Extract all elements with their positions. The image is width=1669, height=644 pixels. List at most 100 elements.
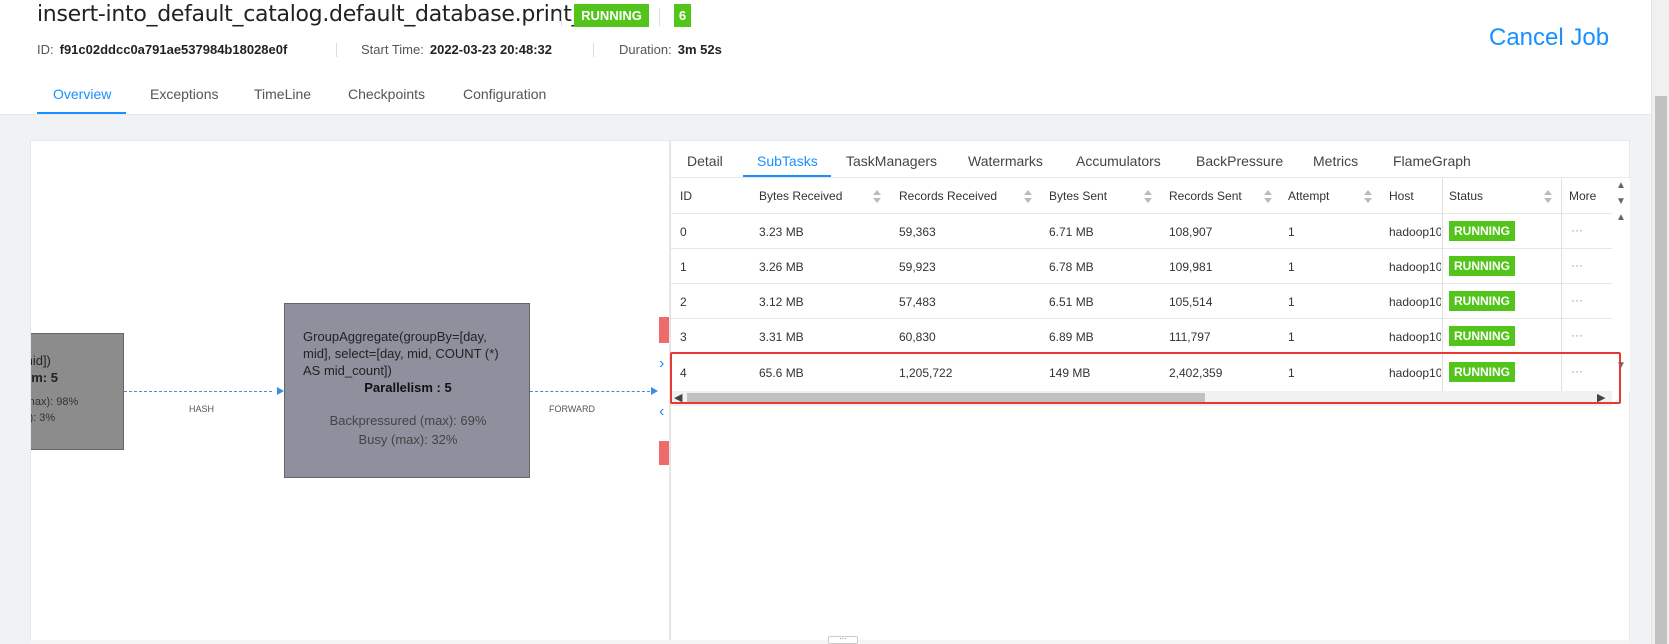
cell-host: hadoop10 xyxy=(1389,295,1441,309)
duration-label: Duration: xyxy=(619,42,672,57)
title-separator xyxy=(561,8,562,26)
column-header-status[interactable]: Status xyxy=(1449,189,1483,203)
cell-records-sent: 111,797 xyxy=(1169,330,1211,344)
sort-icon[interactable] xyxy=(873,190,881,204)
column-header-more: More xyxy=(1569,189,1597,203)
node-backpressured: Backpressured (max): 69% xyxy=(329,413,487,428)
cell-attempt: 1 xyxy=(1288,295,1295,309)
cell-bytes-received: 3.26 MB xyxy=(759,260,804,274)
graph-edge-forward xyxy=(530,391,650,392)
column-header-records-received[interactable]: Records Received xyxy=(899,189,997,203)
graph-node-group-aggregate[interactable]: GroupAggregate(groupBy=[day, mid], selec… xyxy=(284,303,530,478)
page-scrollbar-thumb[interactable] xyxy=(1655,96,1667,644)
arrow-right-icon xyxy=(651,387,658,395)
start-time-value: 2022-03-23 20:48:32 xyxy=(429,42,553,57)
expand-panel-icon[interactable]: › xyxy=(659,355,664,373)
cell-attempt: 1 xyxy=(1288,330,1295,344)
page-scrollbar[interactable] xyxy=(1651,0,1669,644)
collapse-panel-icon[interactable]: ‹ xyxy=(659,403,664,421)
job-start-time: Start Time: 2022-03-23 20:48:32 xyxy=(361,42,552,57)
column-header-attempt[interactable]: Attempt xyxy=(1288,189,1329,203)
cell-host: hadoop10 xyxy=(1389,225,1441,239)
more-icon[interactable]: ··· xyxy=(1571,293,1583,307)
sort-icon[interactable] xyxy=(1544,190,1552,204)
node-parallelism: Parallelism : 5 xyxy=(364,380,452,395)
status-badge: RUNNING xyxy=(1449,326,1515,346)
tab-subtasks[interactable]: SubTasks xyxy=(757,153,818,169)
job-id-label: ID: xyxy=(37,42,54,57)
node-operator-tail: mid]) xyxy=(31,353,51,368)
tab-taskmanagers[interactable]: TaskManagers xyxy=(846,153,937,169)
scroll-up-icon[interactable]: ▲ xyxy=(1616,212,1626,223)
cell-records-sent: 109,981 xyxy=(1169,260,1213,274)
tab-timeline[interactable]: TimeLine xyxy=(254,86,311,102)
tab-detail[interactable]: Detail xyxy=(687,153,723,169)
scroll-down-icon[interactable]: ▼ xyxy=(1616,196,1626,207)
column-header-bytes-received[interactable]: Bytes Received xyxy=(759,189,842,203)
table-row[interactable]: 1 3.26 MB 59,923 6.78 MB 109,981 1 hadoo… xyxy=(671,249,1612,284)
arrow-right-icon xyxy=(277,387,284,395)
job-id-value: f91c02ddcc0a791ae537984b18028e0f xyxy=(59,42,288,57)
sort-icon[interactable] xyxy=(1144,190,1152,204)
tab-flamegraph[interactable]: FlameGraph xyxy=(1393,153,1471,169)
job-graph[interactable]: mid]) sm: 5 (max): 98% x): 3% HASH Group… xyxy=(30,140,670,644)
cell-records-sent: 108,907 xyxy=(1169,225,1213,239)
node-backpressured: (max): 98% xyxy=(31,396,79,408)
tab-overview[interactable]: Overview xyxy=(53,86,111,102)
graph-node-source[interactable]: mid]) sm: 5 (max): 98% x): 3% xyxy=(30,333,124,450)
cell-records-received: 60,830 xyxy=(899,330,936,344)
node-operator-name: GroupAggregate(groupBy=[day, mid], selec… xyxy=(303,329,499,378)
status-badge: RUNNING xyxy=(1449,221,1515,241)
cell-bytes-sent: 6.78 MB xyxy=(1049,260,1094,274)
task-count-badge: 6 xyxy=(674,4,691,27)
scroll-up-icon[interactable]: ▲ xyxy=(1616,180,1626,191)
sort-icon[interactable] xyxy=(1024,190,1032,204)
graph-node-sink-partial[interactable] xyxy=(659,317,669,343)
column-header-id[interactable]: ID xyxy=(680,189,692,203)
node-parallelism: sm: 5 xyxy=(31,370,58,385)
cell-id: 2 xyxy=(680,295,687,309)
cell-bytes-sent: 6.71 MB xyxy=(1049,225,1094,239)
tab-backpressure[interactable]: BackPressure xyxy=(1196,153,1283,169)
cell-bytes-sent: 6.89 MB xyxy=(1049,330,1094,344)
cancel-job-button[interactable]: Cancel Job xyxy=(1489,24,1609,52)
more-icon[interactable]: ··· xyxy=(1571,328,1583,342)
cell-host: hadoop10 xyxy=(1389,330,1441,344)
tab-accumulators[interactable]: Accumulators xyxy=(1076,153,1161,169)
node-busy: x): 3% xyxy=(30,412,56,424)
sort-icon[interactable] xyxy=(1264,190,1272,204)
column-header-records-sent[interactable]: Records Sent xyxy=(1169,189,1242,203)
graph-node-sink-partial[interactable] xyxy=(659,441,669,465)
table-row[interactable]: 2 3.12 MB 57,483 6.51 MB 105,514 1 hadoo… xyxy=(671,284,1612,319)
subtasks-table-header: ID Bytes Received Records Received Bytes… xyxy=(671,178,1612,214)
column-header-host[interactable]: Host xyxy=(1389,189,1414,203)
job-status-badge: RUNNING xyxy=(574,4,649,27)
more-icon[interactable]: ··· xyxy=(1571,223,1583,237)
more-icon[interactable]: ··· xyxy=(1571,258,1583,272)
tab-checkpoints[interactable]: Checkpoints xyxy=(348,86,425,102)
edge-label-forward: FORWARD xyxy=(549,404,595,414)
edge-label-hash: HASH xyxy=(189,404,215,414)
cell-bytes-received: 3.23 MB xyxy=(759,225,804,239)
cell-host: hadoop10 xyxy=(1389,260,1441,274)
start-time-label: Start Time: xyxy=(361,42,424,57)
job-title: insert-into_default_catalog.default_data… xyxy=(37,2,637,27)
meta-separator xyxy=(336,43,337,57)
cell-records-received: 59,923 xyxy=(899,260,936,274)
column-header-bytes-sent[interactable]: Bytes Sent xyxy=(1049,189,1107,203)
tab-watermarks[interactable]: Watermarks xyxy=(968,153,1043,169)
table-row[interactable]: 3 3.31 MB 60,830 6.89 MB 111,797 1 hadoo… xyxy=(671,319,1612,354)
tab-configuration[interactable]: Configuration xyxy=(463,86,546,102)
active-tab-indicator xyxy=(37,112,126,114)
title-separator xyxy=(659,8,660,26)
sort-icon[interactable] xyxy=(1364,190,1372,204)
job-header: insert-into_default_catalog.default_data… xyxy=(0,0,1651,115)
resize-handle-icon[interactable]: ··· xyxy=(828,635,858,644)
cell-records-received: 57,483 xyxy=(899,295,936,309)
tab-exceptions[interactable]: Exceptions xyxy=(150,86,218,102)
cell-records-sent: 105,514 xyxy=(1169,295,1213,309)
meta-separator xyxy=(593,43,594,57)
table-row[interactable]: 0 3.23 MB 59,363 6.71 MB 108,907 1 hadoo… xyxy=(671,214,1612,249)
node-busy: Busy (max): 32% xyxy=(358,432,458,447)
tab-metrics[interactable]: Metrics xyxy=(1313,153,1358,169)
